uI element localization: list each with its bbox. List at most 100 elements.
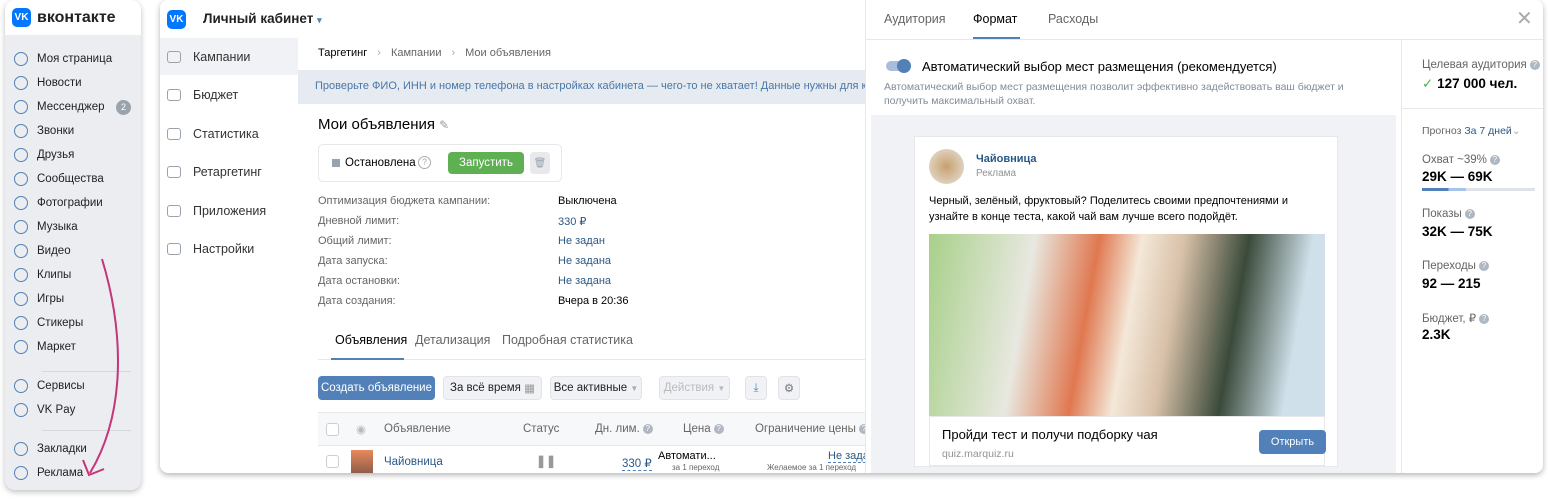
video-icon [14, 244, 28, 258]
prop-value[interactable]: Не задан [558, 235, 605, 247]
vk-menu-item[interactable]: Музыка [14, 220, 139, 234]
tab-details[interactable]: Детализация [415, 333, 490, 347]
period-button[interactable]: За всё время ▦ [443, 376, 542, 400]
create-ad-button[interactable]: Создать объявление [318, 376, 435, 400]
col-header[interactable]: Дн. лим. [595, 423, 640, 435]
daily-limit-value[interactable]: 330 ₽ [622, 456, 652, 471]
nav-item[interactable]: Ретаргетинг [160, 154, 298, 191]
prop-value[interactable]: Не задана [558, 255, 611, 267]
unread-badge: 2 [116, 99, 131, 115]
delete-button[interactable]: 🗑 [530, 152, 550, 174]
eye-icon: ◉ [356, 424, 367, 436]
chevron-right-icon: › [377, 47, 381, 59]
help-icon[interactable]: ? [1529, 59, 1540, 70]
price-value: Автомати... [658, 450, 716, 462]
breadcrumb-item[interactable]: Кампании [391, 47, 442, 59]
arrow-annotation [82, 258, 119, 477]
tab-expenses[interactable]: Расходы [1048, 12, 1098, 26]
start-button[interactable]: Запустить [448, 152, 524, 174]
vk-menu-label: Стикеры [37, 317, 84, 329]
tab-ads[interactable]: Объявления [335, 333, 407, 347]
retarget-icon [167, 166, 181, 178]
vk-logo-icon: VK [12, 8, 31, 27]
vk-menu-item[interactable]: Моя страница [14, 52, 139, 66]
cabinet-selector[interactable]: Личный кабинет ▾ [203, 11, 322, 26]
nav-item[interactable]: Настройки [160, 231, 298, 268]
vk-menu-item[interactable]: Друзья [14, 148, 139, 162]
col-header[interactable]: Объявление [384, 423, 451, 435]
nav-item[interactable]: Приложения [160, 192, 298, 229]
forecast-panel: Целевая аудитория? ✓ 127 000 чел. Прогно… [1401, 40, 1543, 473]
help-icon[interactable]: ? [418, 156, 431, 169]
forecast-label: Прогноз [1422, 125, 1462, 137]
smile-icon [14, 316, 28, 330]
vk-menu-label: Моя страница [37, 53, 113, 65]
vk-menu-label: Мессенджер [37, 101, 105, 113]
chevron-right-icon: › [451, 47, 456, 59]
vk-menu-item[interactable]: Сообщества [14, 172, 139, 186]
prop-value[interactable]: Не задана [558, 275, 611, 287]
toggle-label: Автоматический выбор мест размещения (ре… [922, 59, 1277, 74]
friends-icon [14, 148, 28, 162]
post-author[interactable]: Чайовница [976, 153, 1037, 165]
communities-icon [14, 172, 28, 186]
nav-item[interactable]: Кампании [160, 38, 298, 75]
vk-menu-item[interactable]: Звонки [14, 124, 139, 138]
reach-label: Охват ~39% [1422, 154, 1487, 166]
cta-domain: quiz.marquiz.ru [942, 448, 1014, 460]
prop-label: Общий лимит: [318, 235, 392, 247]
prop-value[interactable]: 330 ₽ [558, 215, 586, 228]
settings-button[interactable]: ⚙ [778, 376, 800, 400]
vk-menu-label: Фотографии [37, 197, 103, 209]
help-icon[interactable]: ? [1464, 208, 1475, 219]
cabinet-title: Личный кабинет [203, 11, 314, 26]
vk-menu-item[interactable]: Мессенджер 2 [14, 99, 139, 115]
megaphone-icon [167, 50, 181, 63]
help-icon[interactable]: ? [713, 423, 724, 434]
tab-format[interactable]: Формат [973, 12, 1017, 26]
ad-name-link[interactable]: Чайовница [384, 456, 443, 468]
col-header[interactable]: Цена [683, 423, 711, 435]
col-header[interactable]: Ограничение цены [755, 423, 856, 435]
help-icon[interactable]: ? [1489, 154, 1500, 165]
actions-dropdown[interactable]: Действия ▼ [659, 376, 730, 400]
breadcrumb-item[interactable]: Таргетинг [318, 47, 367, 59]
nav-item[interactable]: Бюджет [160, 77, 298, 114]
vk-menu-label: Клипы [37, 269, 72, 281]
gear-icon: ⚙ [783, 383, 795, 395]
close-icon[interactable]: ✕ [1516, 6, 1533, 31]
row-checkbox[interactable] [326, 455, 339, 468]
page-title-text: Мои объявления [318, 116, 435, 133]
nav-label: Приложения [193, 203, 267, 218]
pause-icon[interactable]: ❚❚ [536, 454, 556, 468]
help-icon[interactable]: ? [1478, 260, 1489, 271]
vk-menu-label: Новости [37, 77, 82, 89]
active-tab-indicator [331, 358, 404, 360]
cta-title: Пройди тест и получи подборку чая [942, 427, 1158, 442]
table-row[interactable]: Чайовница ❚❚ 330 ₽ Автомати... за 1 пере… [318, 445, 882, 473]
help-icon[interactable]: ? [642, 423, 653, 434]
megaphone-icon [14, 466, 28, 480]
trash-icon: 🗑 [533, 157, 547, 169]
vk-menu-item[interactable]: Новости [14, 76, 139, 90]
forecast-period-dropdown[interactable]: За 7 дней [1464, 125, 1512, 137]
campaign-status: Остановлена [345, 157, 416, 169]
col-header[interactable]: Статус [523, 423, 559, 435]
vk-menu-item[interactable]: Фотографии [14, 196, 139, 210]
auto-placement-toggle[interactable] [886, 59, 911, 73]
pencil-icon[interactable]: ✎ [439, 118, 449, 132]
vk-menu-label: Сервисы [37, 380, 85, 392]
download-button[interactable]: ⤓ [745, 376, 767, 400]
budget-value: 2.3K [1422, 327, 1451, 342]
nav-item[interactable]: Статистика [160, 115, 298, 152]
chevron-down-icon: ▾ [317, 15, 322, 25]
tab-audience[interactable]: Аудитория [884, 12, 946, 26]
reach-value: 29K — 69K [1422, 169, 1493, 184]
tab-detailed-stats[interactable]: Подробная статистика [502, 333, 633, 347]
filter-label: Все активные [553, 382, 628, 394]
open-button[interactable]: Открыть [1259, 430, 1326, 454]
filter-dropdown[interactable]: Все активные ▼ [550, 376, 642, 400]
help-icon[interactable]: ? [1479, 313, 1490, 324]
select-all-checkbox[interactable] [326, 423, 339, 436]
bag-icon [14, 340, 28, 354]
